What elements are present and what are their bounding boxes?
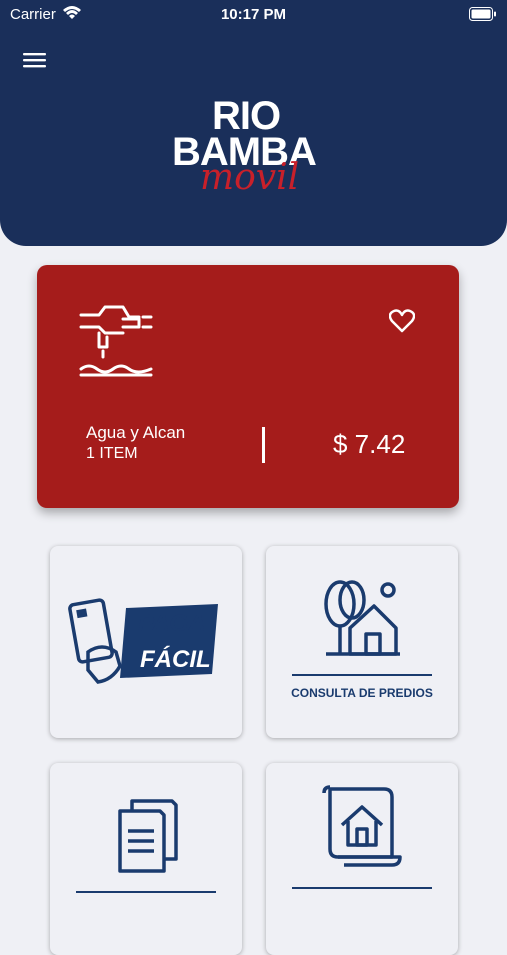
riobamba-movil-logo: RIO BAMBA movil [170,96,340,200]
heart-icon[interactable] [389,309,415,333]
documents-icon [118,799,178,873]
service-card[interactable]: Agua y Alcan 1 ITEM $ 7.42 [37,265,459,508]
tile-divider [292,674,432,676]
paga-facil-line1: PAGA [138,610,206,637]
hamburger-menu-icon[interactable] [22,48,48,72]
tile-label-consulta: CONSULTA DE PREDIOS [291,686,433,700]
water-faucet-icon [79,305,153,377]
service-item-count: 1 ITEM [86,445,138,462]
tile-divider [292,887,432,889]
tile-divider [76,891,216,893]
tile-house-scroll[interactable] [266,763,458,955]
card-payment-icon [68,598,218,684]
tile-documents[interactable] [50,763,242,955]
tile-consulta-predios[interactable]: CONSULTA DE PREDIOS [266,546,458,738]
logo-line-movil: movil [200,157,300,198]
status-bar: Carrier 10:17 PM [0,0,507,30]
battery-icon [469,7,496,21]
status-time: 10:17 PM [220,6,287,23]
house-scroll-icon [322,785,402,867]
house-trees-icon [324,580,400,656]
app-header: Carrier 10:17 PM RIO BAMBA movil [0,0,507,246]
tile-paga-facil[interactable]: PAGA FÁCIL [50,546,242,738]
paga-facil-line2: FÁCIL [140,646,211,673]
service-amount: $ 7.42 [333,429,406,459]
service-name: Agua y Alcan [86,423,186,442]
card-divider [262,427,265,463]
